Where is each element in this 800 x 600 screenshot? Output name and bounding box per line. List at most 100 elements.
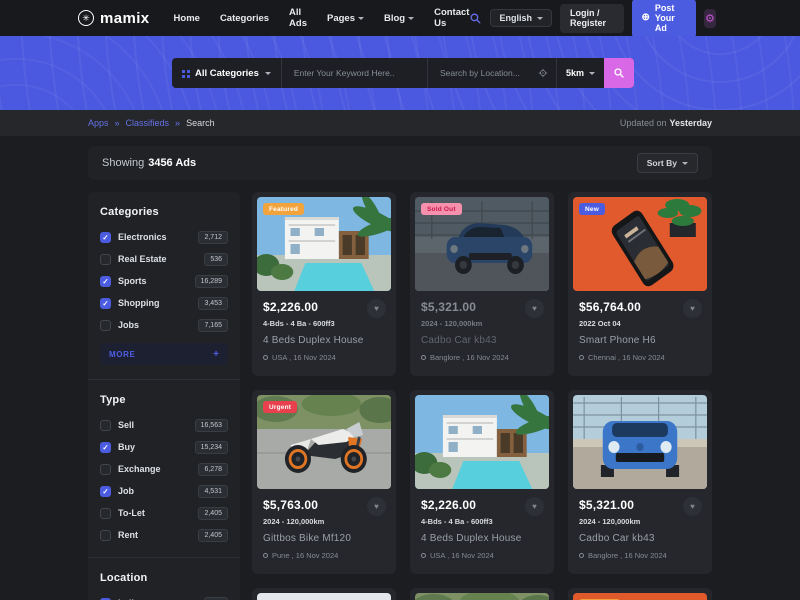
filter-item-job[interactable]: Job 4,531 — [100, 483, 228, 499]
filter-item-rent[interactable]: Rent 2,405 — [100, 527, 228, 543]
ad-card[interactable]: $5,321.00 ♥ 2024 - 120,000km Cadbo Car k… — [568, 390, 712, 574]
ad-price: $56,764.00 — [579, 300, 641, 314]
filter-item-shopping[interactable]: Shopping 3,453 — [100, 295, 228, 311]
checkbox[interactable] — [100, 298, 111, 309]
nav-item-pages[interactable]: Pages — [327, 13, 364, 24]
chevron-down-icon — [682, 162, 688, 165]
login-register-button[interactable]: Login / Register — [560, 4, 624, 33]
favorite-button[interactable]: ♥ — [525, 299, 544, 318]
ad-title[interactable]: Smart Phone H6 — [579, 335, 701, 346]
keyword-input[interactable] — [282, 58, 428, 88]
ad-meta: 4-Bds - 4 Ba - 600ff3 — [421, 517, 543, 526]
count-badge: 2,712 — [198, 231, 228, 244]
ad-badge: Featured — [263, 203, 304, 215]
filter-item-india[interactable]: India 512 — [100, 595, 228, 600]
favorite-button[interactable]: ♥ — [367, 497, 386, 516]
checkbox[interactable] — [100, 464, 111, 475]
favorite-button[interactable]: ♥ — [367, 299, 386, 318]
breadcrumb-apps[interactable]: Apps — [88, 118, 109, 128]
filter-item-to-let[interactable]: To-Let 2,405 — [100, 505, 228, 521]
ad-title[interactable]: Cadbo Car kb43 — [421, 335, 543, 346]
radius-dropdown[interactable]: 5km — [556, 58, 604, 88]
checkbox[interactable] — [100, 254, 111, 265]
filter-item-buy[interactable]: Buy 15,234 — [100, 439, 228, 455]
ad-card[interactable]: ♥ — [410, 588, 554, 600]
ad-title[interactable]: 4 Beds Duplex House — [263, 335, 385, 346]
ad-title[interactable]: Cadbo Car kb43 — [579, 533, 701, 544]
filter-item-jobs[interactable]: Jobs 7,165 — [100, 317, 228, 333]
ad-location: USA , 16 Nov 2024 — [272, 353, 336, 362]
ad-image-house — [415, 395, 549, 489]
filter-item-exchange[interactable]: Exchange 6,278 — [100, 461, 228, 477]
divider — [88, 379, 240, 380]
checkbox[interactable] — [100, 530, 111, 541]
location-input[interactable] — [440, 68, 534, 78]
search-submit-button[interactable] — [604, 58, 634, 88]
ad-card[interactable]: Featured ♥ — [568, 588, 712, 600]
checkbox[interactable] — [100, 320, 111, 331]
checkbox[interactable] — [100, 232, 111, 243]
nav-item-blog[interactable]: Blog — [384, 13, 414, 24]
nav-item-categories[interactable]: Categories — [220, 13, 269, 24]
ad-image-car: Sold Out — [415, 197, 549, 291]
search-icon[interactable] — [469, 12, 482, 25]
ad-image-dog: Featured — [573, 593, 707, 600]
heart-icon: ♥ — [690, 503, 695, 511]
ad-price: $5,321.00 — [579, 498, 634, 512]
plus-circle-icon: ⊕ — [642, 13, 650, 23]
ad-card[interactable]: Sold Out $5,321.00 ♥ 2024 - 120,000km Ca… — [410, 192, 554, 376]
post-your-ad-button[interactable]: ⊕Post Your Ad — [632, 0, 696, 38]
ad-title[interactable]: 4 Beds Duplex House — [421, 533, 543, 544]
favorite-button[interactable]: ♥ — [525, 497, 544, 516]
location-search — [428, 58, 556, 88]
ad-title[interactable]: Gittbos Bike Mf120 — [263, 533, 385, 544]
ad-location: Pune , 16 Nov 2024 — [272, 551, 338, 560]
count-badge: 2,405 — [198, 507, 228, 520]
ad-image-bike: Urgent — [257, 395, 391, 489]
nav-item-home[interactable]: Home — [174, 13, 200, 24]
hero-band: All Categories 5km — [0, 36, 800, 110]
ad-location: Banglore , 16 Nov 2024 — [430, 353, 509, 362]
filter-item-real-estate[interactable]: Real Estate 536 — [100, 251, 228, 267]
favorite-button[interactable]: ♥ — [683, 299, 702, 318]
count-badge: 16,563 — [195, 419, 228, 432]
plus-icon: + — [213, 349, 219, 360]
nav-item-all-ads[interactable]: All Ads — [289, 7, 307, 29]
checkbox[interactable] — [100, 420, 111, 431]
checkbox[interactable] — [100, 486, 111, 497]
nav-item-contact-us[interactable]: Contact Us — [434, 7, 469, 29]
ad-card[interactable]: ♥ — [252, 588, 396, 600]
language-select[interactable]: English — [490, 9, 552, 27]
brand-logo[interactable]: ✳ mamix — [78, 10, 150, 27]
ad-location: USA , 16 Nov 2024 — [430, 551, 494, 560]
ad-card[interactable]: Urgent $5,763.00 ♥ 2024 - 120,000km Gitt… — [252, 390, 396, 574]
ad-card[interactable]: $2,226.00 ♥ 4-Bds - 4 Ba - 600ff3 4 Beds… — [410, 390, 554, 574]
chevron-down-icon — [537, 17, 543, 20]
breadcrumb-classifieds[interactable]: Classifieds — [126, 118, 170, 128]
all-categories-dropdown[interactable]: All Categories — [172, 58, 282, 88]
checkbox[interactable] — [100, 442, 111, 453]
filter-item-sports[interactable]: Sports 16,289 — [100, 273, 228, 289]
count-badge: 512 — [204, 597, 228, 600]
brand-logo-icon: ✳ — [78, 10, 94, 26]
categories-more-button[interactable]: MORE + — [100, 343, 228, 365]
ad-card[interactable]: Featured $2,226.00 ♥ 4-Bds - 4 Ba - 600f… — [252, 192, 396, 376]
count-badge: 16,289 — [195, 275, 228, 288]
checkbox[interactable] — [100, 508, 111, 519]
nav-right: English Login / Register ⊕Post Your Ad ⚙ — [469, 0, 716, 38]
divider — [88, 557, 240, 558]
ad-card[interactable]: New $56,764.00 ♥ 2022 Oct 04 Smart Phone… — [568, 192, 712, 376]
ad-meta: 2022 Oct 04 — [579, 319, 701, 328]
locate-target-icon[interactable] — [538, 68, 548, 78]
ad-image-phone: New — [573, 197, 707, 291]
filter-item-electronics[interactable]: Electronics 2,712 — [100, 229, 228, 245]
sort-by-dropdown[interactable]: Sort By — [637, 153, 698, 173]
settings-gear-icon[interactable]: ⚙ — [704, 9, 716, 28]
filter-item-sell[interactable]: Sell 16,563 — [100, 417, 228, 433]
ad-meta: 2024 - 120,000km — [263, 517, 385, 526]
location-pin-icon — [579, 553, 584, 558]
favorite-button[interactable]: ♥ — [683, 497, 702, 516]
checkbox[interactable] — [100, 276, 111, 287]
ad-price: $5,321.00 — [421, 300, 476, 314]
ad-badge: Urgent — [263, 401, 297, 413]
